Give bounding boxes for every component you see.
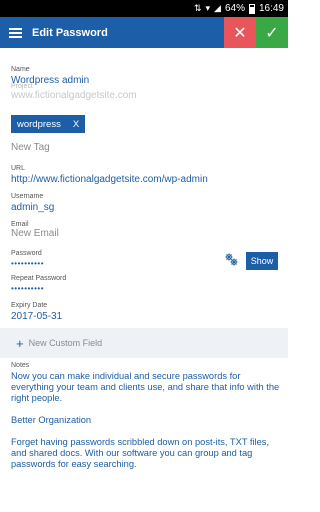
new-tag-input[interactable]: New Tag [11, 142, 50, 153]
cancel-button[interactable]: ✕ [224, 17, 256, 48]
save-button[interactable]: ✓ [256, 17, 288, 48]
project-field[interactable]: Project www.fictionalgadgetsite.com [11, 83, 137, 101]
tag-remove-button[interactable]: X [73, 119, 79, 130]
url-label: URL [11, 165, 26, 172]
email-input[interactable]: New Email [11, 228, 59, 239]
hamburger-icon [8, 27, 22, 38]
email-label: Email [11, 221, 29, 228]
repeat-password-field[interactable]: Repeat Password •••••••••• [11, 275, 66, 293]
notes-paragraph: Better Organization [11, 415, 92, 425]
close-icon: ✕ [233, 24, 247, 42]
username-value[interactable]: admin_sg [11, 202, 54, 213]
custom-field-label: New Custom Field [28, 338, 103, 348]
signal-icon: ◢ [214, 3, 221, 13]
email-field[interactable]: Email New Email [11, 221, 59, 239]
notes-paragraph: Forget having passwords scribbled down o… [11, 437, 270, 469]
show-password-button[interactable]: Show [246, 252, 278, 270]
sync-icon: ⇅ [193, 3, 202, 13]
username-field[interactable]: Username admin_sg [11, 193, 54, 213]
project-label: Project [11, 83, 33, 90]
tag-chip[interactable]: wordpress X [11, 115, 86, 133]
gear-icon[interactable] [224, 252, 238, 266]
clock: 16:49 [258, 3, 284, 14]
notes-field[interactable]: Notes Now you can make individual and se… [11, 362, 283, 470]
password-value[interactable]: •••••••••• [11, 259, 44, 268]
password-field[interactable]: Password •••••••••• [11, 250, 44, 268]
project-input[interactable]: www.fictionalgadgetsite.com [11, 90, 137, 101]
battery-percent: 64% [224, 3, 245, 14]
plus-icon: + [16, 335, 24, 351]
check-icon: ✓ [265, 24, 279, 42]
url-value[interactable]: http://www.fictionalgadgetsite.com/wp-ad… [11, 174, 208, 185]
password-label: Password [11, 250, 42, 257]
username-label: Username [11, 193, 44, 200]
page-title: Edit Password [32, 26, 108, 39]
expiry-date-field[interactable]: Expiry Date 2017-05-31 [11, 302, 62, 322]
url-field[interactable]: URL http://www.fictionalgadgetsite.com/w… [11, 165, 208, 185]
menu-button[interactable] [0, 17, 30, 48]
expiry-date-label: Expiry Date [11, 302, 48, 309]
status-bar: ⇅ ▾ ◢ 64% 16:49 [0, 0, 288, 17]
notes-paragraph: Now you can make individual and secure p… [11, 371, 280, 403]
app-bar: Edit Password ✕ ✓ [0, 17, 288, 48]
add-custom-field-button[interactable]: + New Custom Field [0, 328, 288, 358]
new-tag-field[interactable]: New Tag [11, 142, 50, 153]
repeat-password-value[interactable]: •••••••••• [11, 284, 66, 293]
repeat-password-label: Repeat Password [11, 275, 67, 282]
tag-label: wordpress [17, 118, 61, 130]
battery-icon [248, 3, 255, 14]
notes-label: Notes [11, 362, 30, 369]
expiry-date-value[interactable]: 2017-05-31 [11, 311, 62, 322]
name-label: Name [11, 66, 30, 73]
wifi-icon: ▾ [205, 3, 211, 13]
